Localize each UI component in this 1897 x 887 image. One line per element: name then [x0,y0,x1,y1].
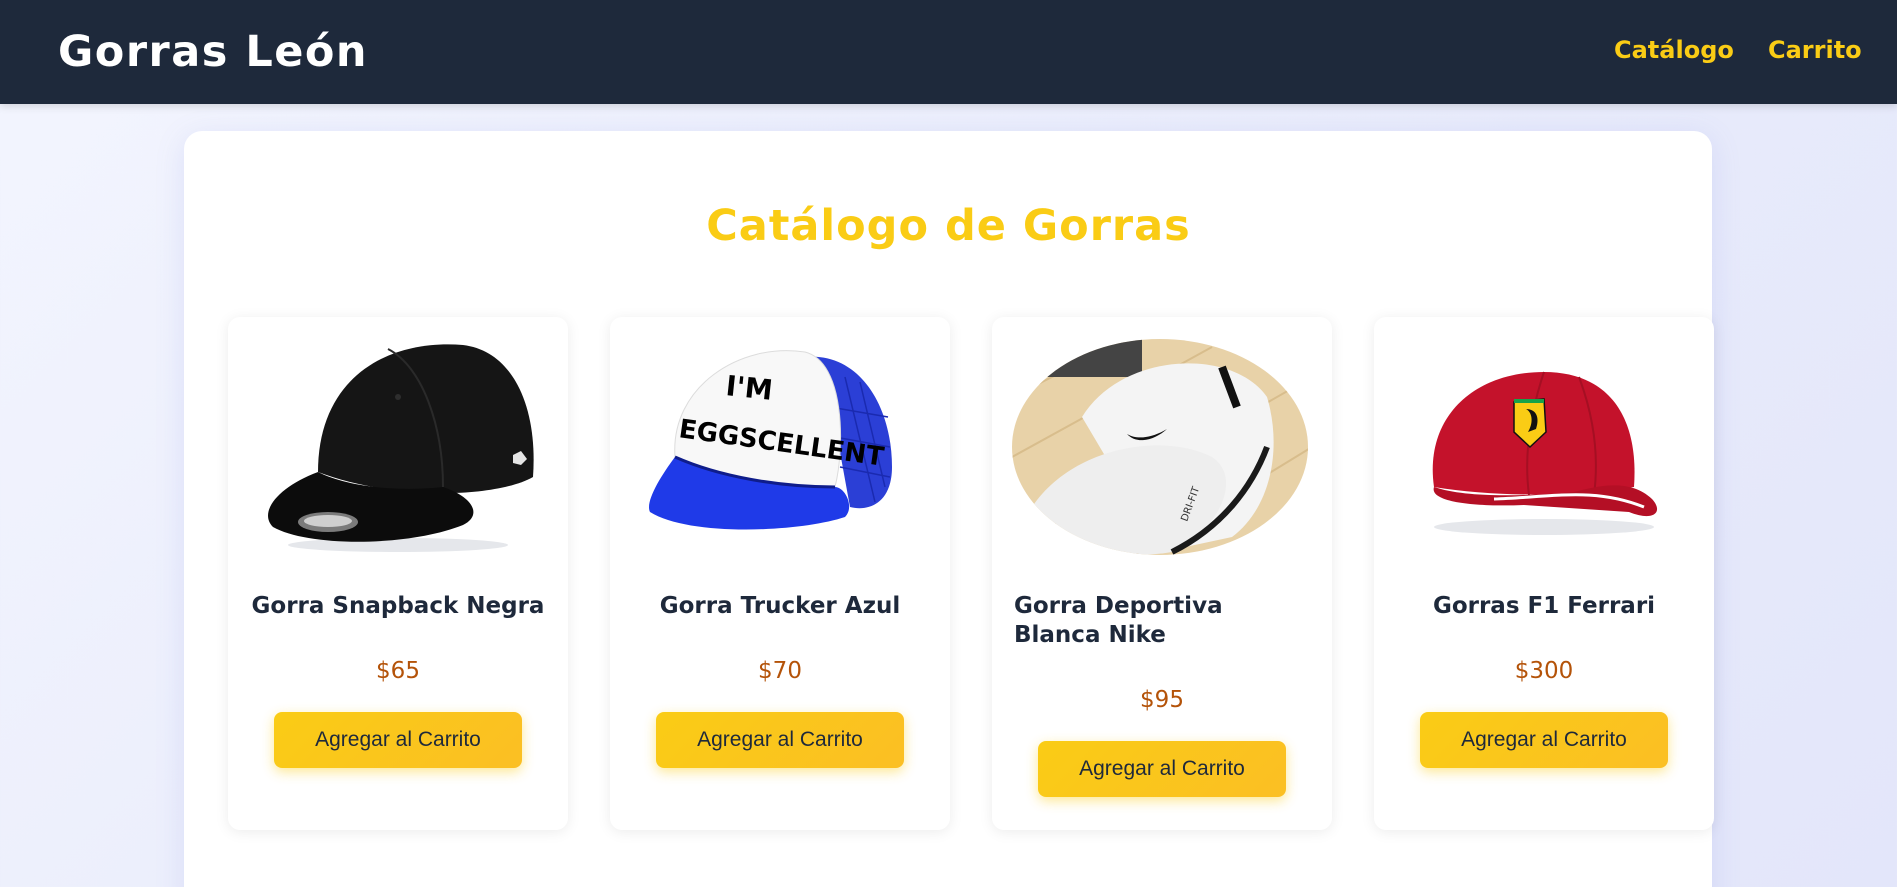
product-name: Gorras F1 Ferrari [1432,593,1656,619]
product-price: $95 [1140,687,1184,713]
brand-logo[interactable]: Gorras León [58,24,368,80]
add-to-cart-button[interactable]: Agregar al Carrito [1038,741,1286,797]
product-image-blue-trucker[interactable]: I'M EGGSCELLENT [630,337,930,557]
product-name: Gorra Deportiva Blanca Nike [1014,593,1223,648]
product-name: Gorra Snapback Negra [251,593,545,619]
product-name: Gorra Trucker Azul [659,593,901,619]
cap-text-line-1: I'M [724,369,774,407]
product-card-nike: DRI-FIT Gorra Deportiva Blanca Nike $95 … [992,317,1332,830]
product-price: $65 [376,658,420,684]
product-card-trucker: I'M EGGSCELLENT Gorra Trucker Azul $70 A… [610,317,950,830]
product-image-black-snapback[interactable] [248,337,548,557]
product-card-ferrari: Gorras F1 Ferrari $300 Agregar al Carrit… [1374,317,1714,830]
nav-link-cart[interactable]: Carrito [1768,34,1862,66]
add-to-cart-button[interactable]: Agregar al Carrito [274,712,522,768]
add-to-cart-button[interactable]: Agregar al Carrito [1420,712,1668,768]
product-price: $300 [1514,658,1574,684]
nav-link-catalog[interactable]: Catálogo [1614,34,1734,66]
product-price: $70 [758,658,802,684]
page-title: Catálogo de Gorras [706,201,1191,251]
product-card-snapback: Gorra Snapback Negra $65 Agregar al Carr… [228,317,568,830]
add-to-cart-button[interactable]: Agregar al Carrito [656,712,904,768]
product-image-white-nike[interactable]: DRI-FIT [1012,337,1312,557]
top-navbar: Gorras León Catálogo Carrito [0,0,1897,104]
product-image-red-ferrari[interactable] [1394,337,1694,557]
